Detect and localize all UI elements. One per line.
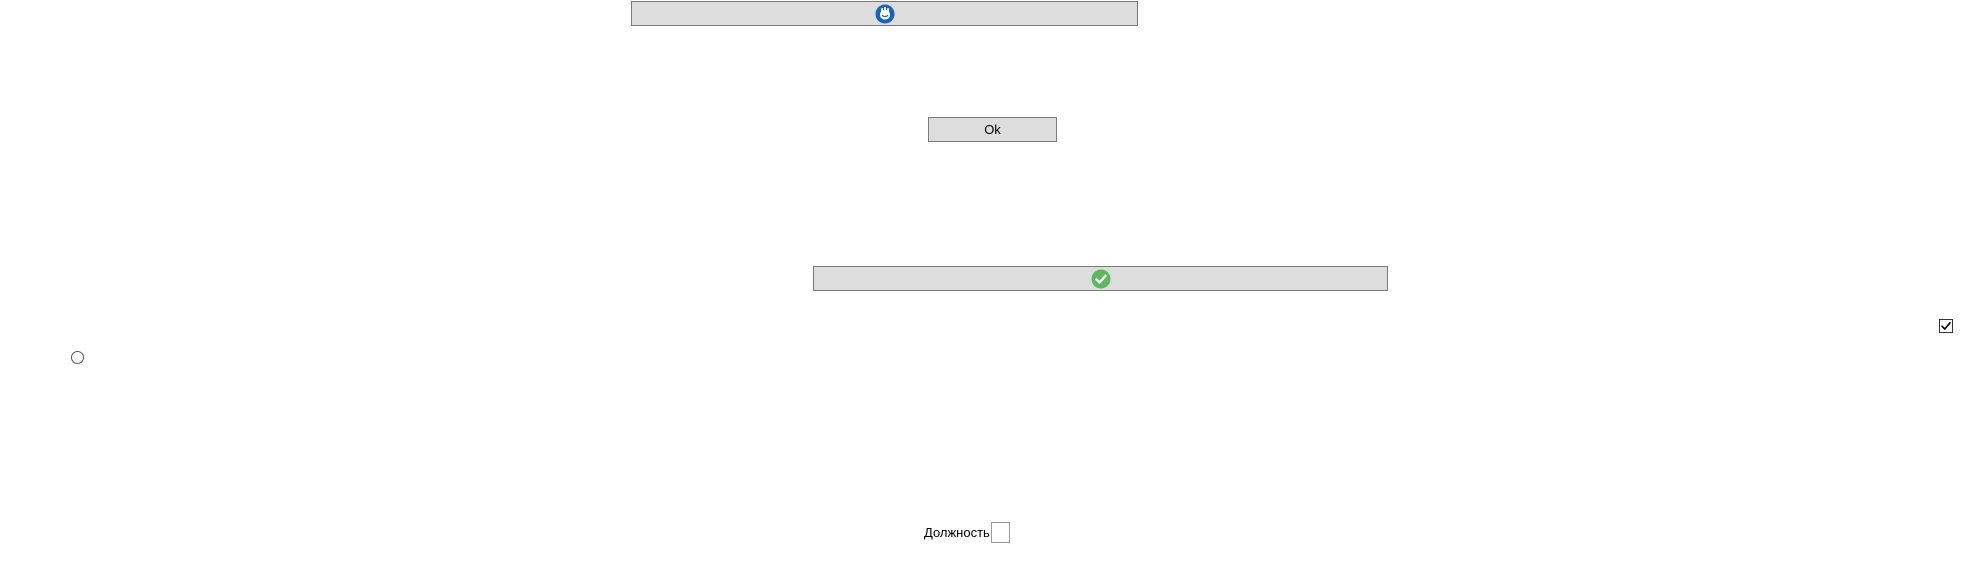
green-check-icon bbox=[1091, 269, 1110, 288]
checkmark-icon bbox=[1941, 322, 1951, 330]
position-field-row: Должность bbox=[924, 522, 1010, 543]
position-label: Должность bbox=[924, 525, 990, 540]
radio-button[interactable] bbox=[71, 351, 84, 364]
refresh-button[interactable] bbox=[631, 1, 1138, 26]
window-canvas: Ok Должность bbox=[0, 0, 1974, 587]
refresh-hand-icon bbox=[875, 4, 894, 23]
position-input[interactable] bbox=[990, 522, 1010, 543]
checkbox[interactable] bbox=[1939, 319, 1953, 333]
confirm-button[interactable] bbox=[813, 266, 1388, 291]
ok-button[interactable]: Ok bbox=[928, 117, 1057, 142]
ok-button-label: Ok bbox=[984, 122, 1001, 137]
